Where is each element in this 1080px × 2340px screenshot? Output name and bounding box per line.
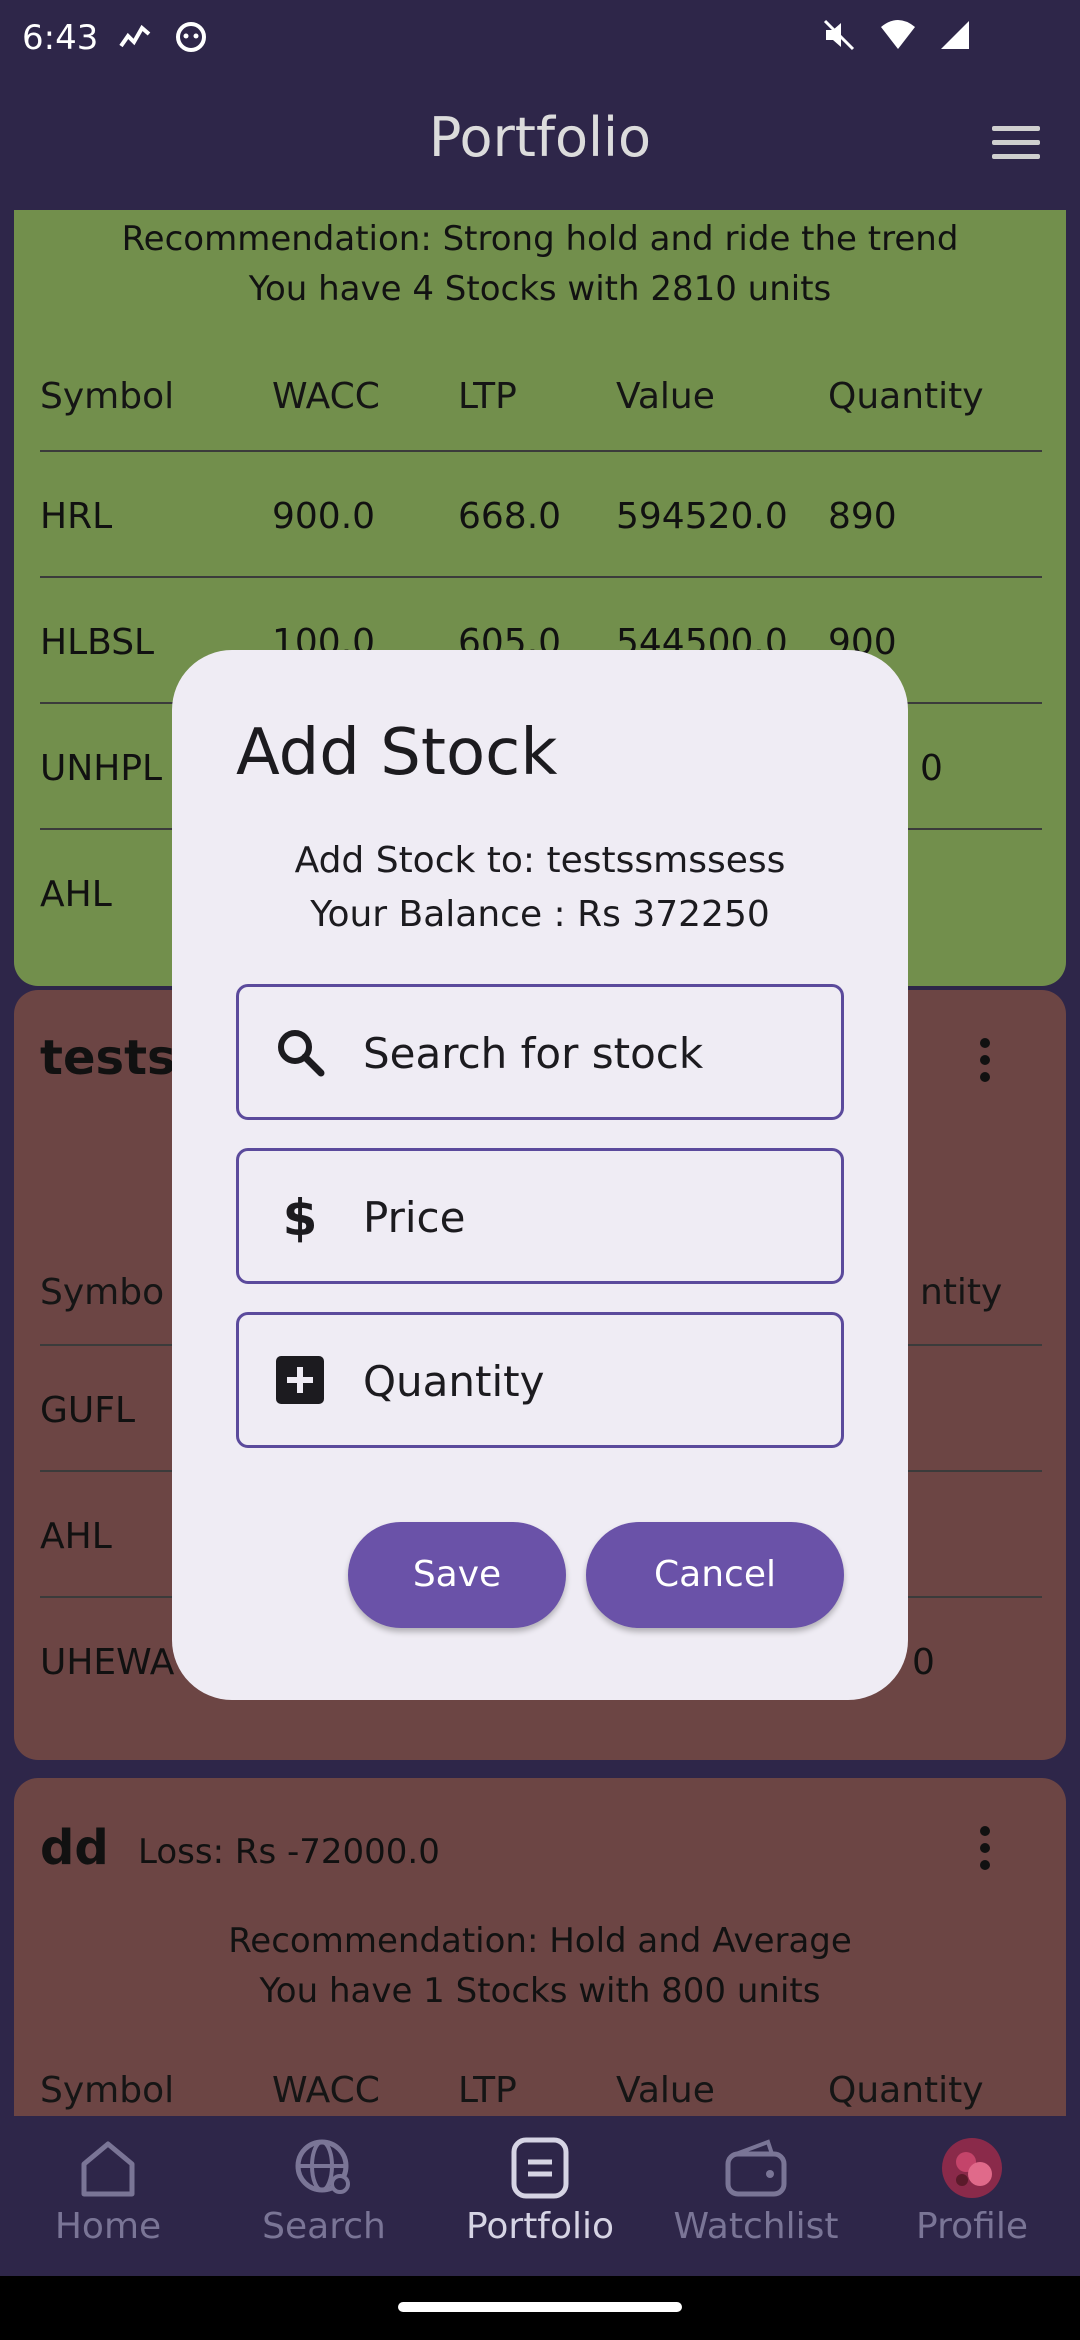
add-box-icon <box>276 1356 324 1404</box>
add-to-portfolio-text: Add Stock to: testssmssess <box>294 840 786 881</box>
svg-text:$: $ <box>283 1189 318 1243</box>
cancel-button[interactable]: Cancel <box>586 1522 844 1628</box>
quantity-field[interactable] <box>236 1312 844 1448</box>
price-input[interactable] <box>363 1181 823 1253</box>
balance-text: Your Balance : Rs 372250 <box>310 894 770 935</box>
dollar-icon: $ <box>283 1189 318 1243</box>
search-input[interactable] <box>363 1017 823 1089</box>
save-button[interactable]: Save <box>348 1522 566 1628</box>
search-stock-field[interactable] <box>236 984 844 1120</box>
price-field[interactable]: $ <box>236 1148 844 1284</box>
search-icon <box>278 1030 325 1077</box>
dialog-title: Add Stock <box>236 716 558 790</box>
quantity-input[interactable] <box>363 1345 823 1417</box>
